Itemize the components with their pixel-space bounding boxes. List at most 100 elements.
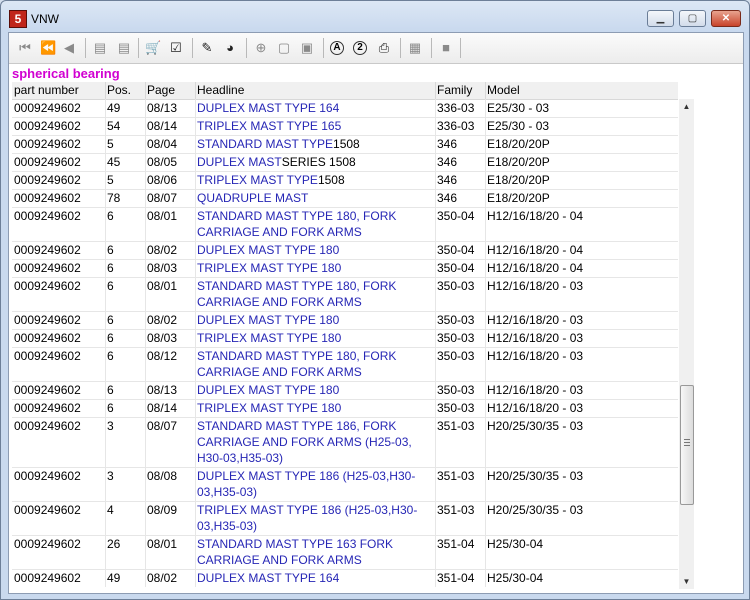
headline-text: STANDARD MAST TYPE 186, FORK CARRIAGE AN… — [197, 419, 412, 465]
pos-cell: 6 — [107, 313, 114, 327]
page-forward-icon[interactable]: ▤ — [116, 40, 132, 56]
first-page-icon[interactable]: ⏮ — [17, 40, 33, 56]
cell-divider — [195, 259, 196, 277]
table-row[interactable]: 0009249602 6 08/03 TRIPLEX MAST TYPE 180 350… — [12, 259, 678, 278]
pos-cell: 6 — [107, 209, 114, 223]
table-row[interactable]: 0009249602 6 08/02 DUPLEX MAST TYPE 180 350-… — [12, 241, 678, 260]
cell-divider — [105, 259, 106, 277]
title-bar[interactable]: 5 VNW ▁ ▢ ✕ — [1, 1, 749, 31]
vertical-scrollbar[interactable]: ▲ ▼ — [679, 99, 694, 589]
model-cell: E18/20/20P — [487, 137, 550, 151]
close-button[interactable]: ✕ — [711, 10, 741, 27]
minimize-button[interactable]: ▁ — [647, 10, 674, 27]
cart-icon[interactable]: 🛒 — [145, 40, 161, 56]
table-row[interactable]: 0009249602 3 08/07 STANDARD MAST TYPE 186, … — [12, 417, 678, 468]
cell-divider — [105, 117, 106, 135]
table-row[interactable]: 0009249602 3 08/08 DUPLEX MAST TYPE 186 (H2… — [12, 467, 678, 502]
header-headline[interactable]: Headline — [197, 83, 244, 97]
header-model[interactable]: Model — [487, 83, 520, 97]
table-row[interactable]: 0009249602 6 08/02 DUPLEX MAST TYPE 180 350-… — [12, 311, 678, 330]
pos-cell: 26 — [107, 537, 121, 551]
pie-chart-icon[interactable]: ◕ — [222, 40, 238, 56]
circled-a-icon[interactable]: A — [330, 41, 344, 55]
printer-icon[interactable]: ⎙ — [376, 40, 392, 56]
fit-page-icon[interactable]: ▢ — [276, 40, 292, 56]
toolbar-separator — [323, 38, 324, 58]
page-cell: 08/06 — [147, 173, 178, 187]
headline-cell: QUADRUPLE MAST — [197, 190, 431, 206]
page-cell: 08/03 — [147, 261, 178, 275]
stack-icon[interactable]: ▦ — [407, 40, 423, 56]
toolbar-separator — [138, 38, 139, 58]
stop-icon[interactable]: ■ — [438, 40, 454, 56]
pos-cell: 5 — [107, 173, 114, 187]
header-pos[interactable]: Pos. — [107, 83, 131, 97]
table-row[interactable]: 0009249602 49 08/13 DUPLEX MAST TYPE 164 336… — [12, 99, 678, 118]
cell-divider — [485, 135, 486, 153]
part-number-cell: 0009249602 — [14, 419, 81, 433]
table-row[interactable]: 0009249602 6 08/12 STANDARD MAST TYPE 180, … — [12, 347, 678, 382]
column-divider[interactable] — [145, 82, 146, 99]
headline-cell: STANDARD MAST TYPE 180, FORK CARRIAGE AN… — [197, 208, 431, 240]
part-number-cell: 0009249602 — [14, 119, 81, 133]
column-divider[interactable] — [105, 82, 106, 99]
table-row[interactable]: 0009249602 45 08/05 DUPLEX MASTSERIES 1508 3… — [12, 153, 678, 172]
cell-divider — [105, 569, 106, 587]
table-row[interactable]: 0009249602 54 08/14 TRIPLEX MAST TYPE 165 33… — [12, 117, 678, 136]
scroll-thumb[interactable] — [680, 385, 694, 505]
column-divider[interactable] — [485, 82, 486, 99]
zoom-in-icon[interactable]: ⊕ — [253, 40, 269, 56]
table-row[interactable]: 0009249602 49 08/02 DUPLEX MAST TYPE 164 351… — [12, 569, 678, 587]
table-row[interactable]: 0009249602 78 08/07 QUADRUPLE MAST 346 E18/20… — [12, 189, 678, 208]
table-row[interactable]: 0009249602 6 08/01 STANDARD MAST TYPE 180, … — [12, 207, 678, 242]
headline-text: TRIPLEX MAST TYPE 186 (H25-03,H30-03,H35… — [197, 503, 418, 533]
cell-divider — [105, 399, 106, 417]
header-page[interactable]: Page — [147, 83, 175, 97]
table-row[interactable]: 0009249602 6 08/14 TRIPLEX MAST TYPE 180 350… — [12, 399, 678, 418]
cell-divider — [195, 117, 196, 135]
pos-cell: 78 — [107, 191, 121, 205]
cell-divider — [105, 171, 106, 189]
headline-cell: STANDARD MAST TYPE1508 — [197, 136, 431, 152]
table-row[interactable]: 0009249602 6 08/03 TRIPLEX MAST TYPE 180 350… — [12, 329, 678, 348]
cell-divider — [145, 535, 146, 569]
family-cell: 351-03 — [437, 419, 475, 433]
table-row[interactable]: 0009249602 6 08/01 STANDARD MAST TYPE 180, … — [12, 277, 678, 312]
column-divider[interactable] — [435, 82, 436, 99]
table-row[interactable]: 0009249602 5 08/04 STANDARD MAST TYPE1508 34… — [12, 135, 678, 154]
page-cell: 08/07 — [147, 419, 178, 433]
header-family[interactable]: Family — [437, 83, 472, 97]
cell-divider — [435, 399, 436, 417]
rewind-icon[interactable]: ⏪ — [40, 40, 56, 56]
family-cell: 351-03 — [437, 503, 475, 517]
model-cell: H25/30-04 — [487, 537, 544, 551]
pos-cell: 54 — [107, 119, 121, 133]
page-back-icon[interactable]: ▤ — [92, 40, 108, 56]
cell-divider — [145, 347, 146, 381]
scroll-down-arrow-icon[interactable]: ▼ — [679, 574, 694, 589]
table-row[interactable]: 0009249602 5 08/06 TRIPLEX MAST TYPE1508 346… — [12, 171, 678, 190]
scroll-up-arrow-icon[interactable]: ▲ — [679, 99, 694, 114]
part-number-cell: 0009249602 — [14, 401, 81, 415]
pencil-icon[interactable]: ✎ — [199, 40, 215, 56]
part-number-cell: 0009249602 — [14, 209, 81, 223]
table-row[interactable]: 0009249602 4 08/09 TRIPLEX MAST TYPE 186 (H… — [12, 501, 678, 536]
page-cell: 08/09 — [147, 503, 178, 517]
previous-icon[interactable]: ◀ — [61, 40, 77, 56]
model-cell: E25/30 - 03 — [487, 101, 550, 115]
app-icon[interactable]: 5 — [9, 10, 27, 28]
circled-2-icon[interactable]: 2 — [353, 41, 367, 55]
toolbar-separator — [192, 38, 193, 58]
table-row[interactable]: 0009249602 26 08/01 STANDARD MAST TYPE 163 … — [12, 535, 678, 570]
checklist-icon[interactable]: ☑ — [168, 40, 184, 56]
column-divider[interactable] — [195, 82, 196, 99]
part-number-cell: 0009249602 — [14, 101, 81, 115]
headline-cell: DUPLEX MAST TYPE 164 — [197, 100, 431, 116]
cell-divider — [435, 347, 436, 381]
header-part-number[interactable]: part number — [14, 83, 79, 97]
cell-divider — [195, 417, 196, 467]
table-row[interactable]: 0009249602 6 08/13 DUPLEX MAST TYPE 180 350-… — [12, 381, 678, 400]
fit-width-icon[interactable]: ▣ — [299, 40, 315, 56]
maximize-button[interactable]: ▢ — [679, 10, 706, 27]
cell-divider — [195, 189, 196, 207]
